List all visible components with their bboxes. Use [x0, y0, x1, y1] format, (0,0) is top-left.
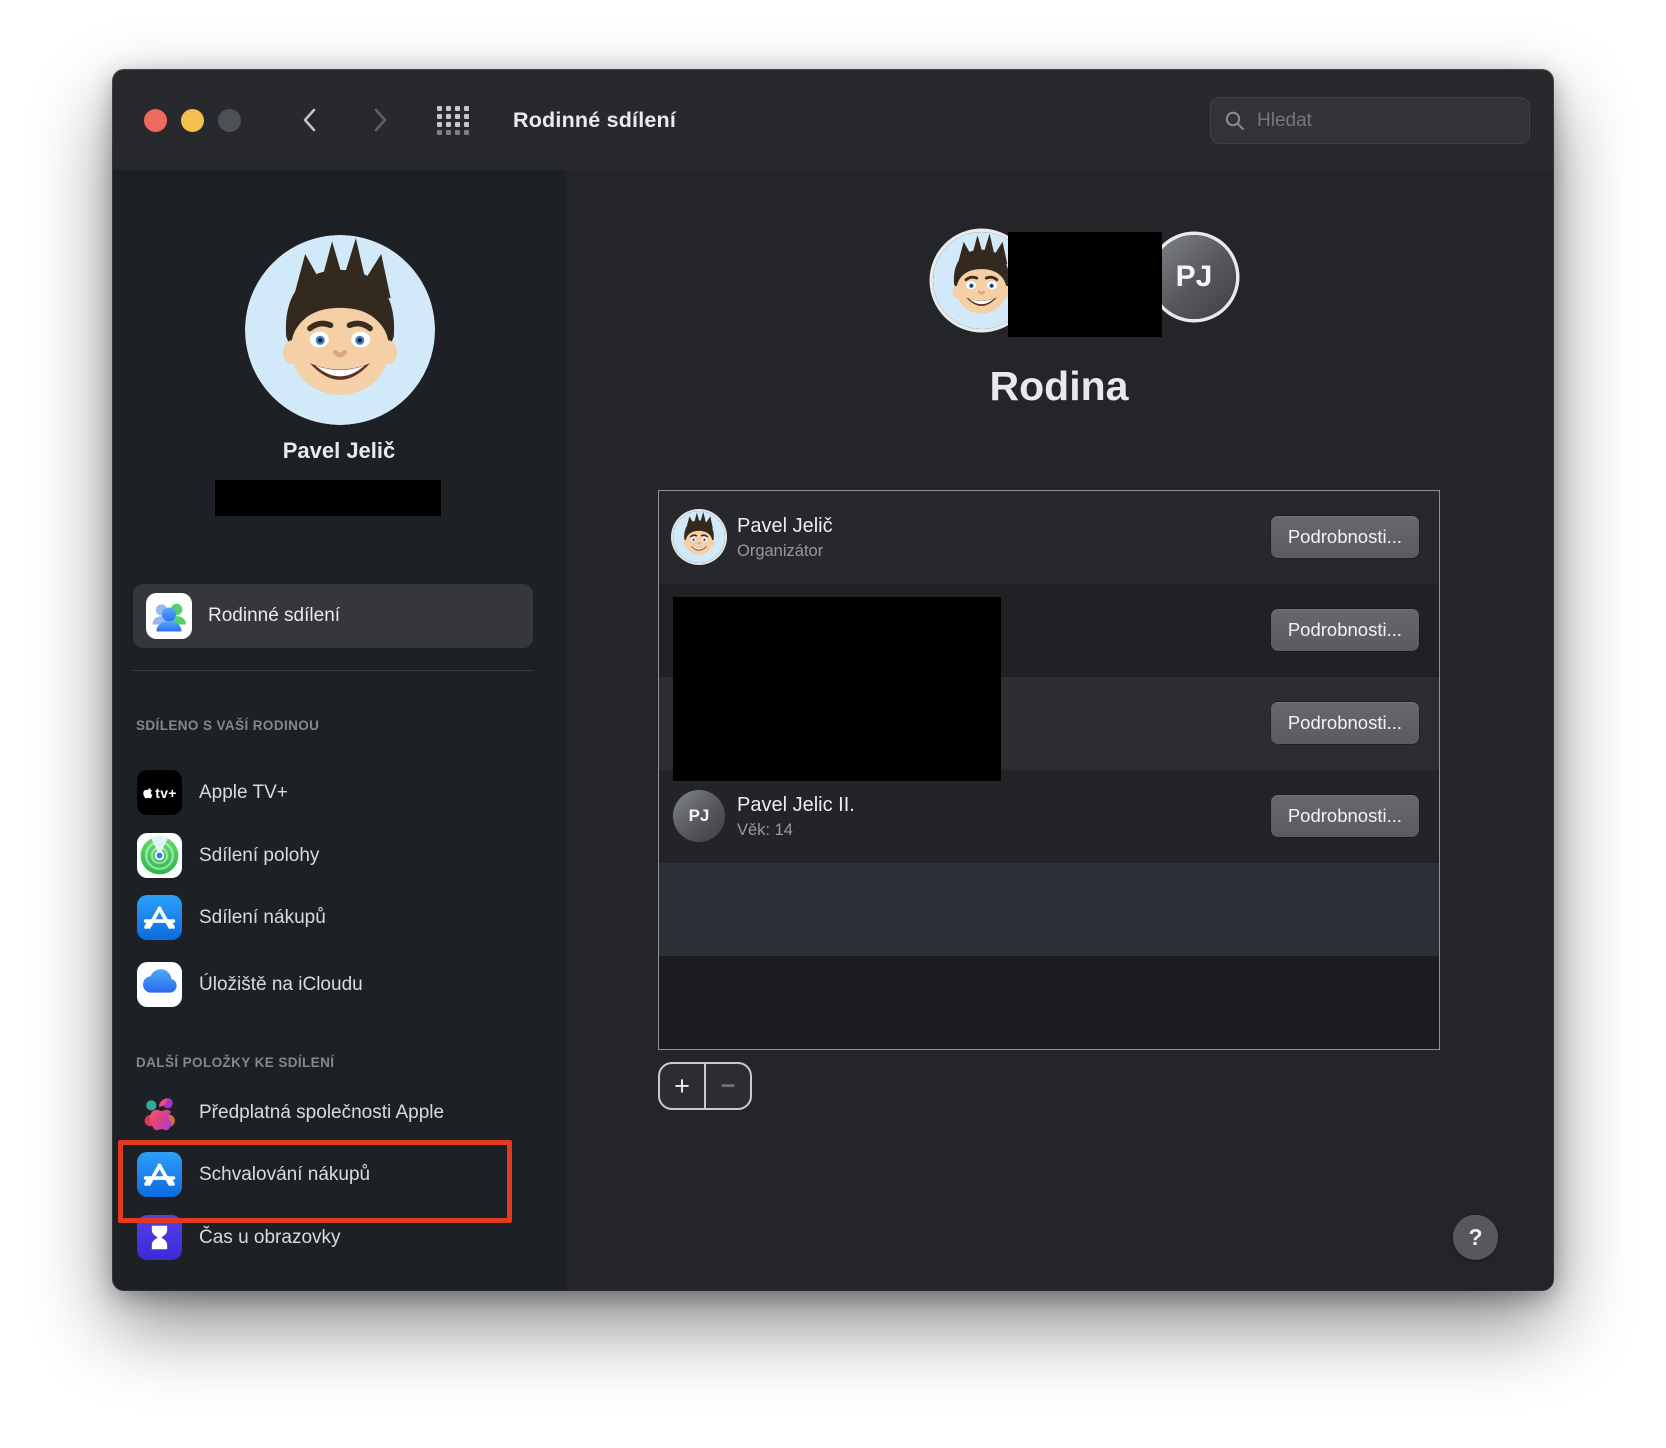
apple-tv-plus-icon: tv+ [137, 770, 182, 815]
family-members-table: Pavel Jelič Organizátor Podrobnosti... P… [658, 490, 1440, 1050]
row-background [659, 863, 1439, 956]
family-avatar-pj: PJ [1152, 235, 1236, 319]
user-avatar [245, 235, 435, 425]
redacted-family-avatars [1008, 232, 1162, 337]
sidebar-item-location-sharing[interactable]: Sdílení polohy [137, 833, 547, 878]
zoom-window-button[interactable] [218, 109, 241, 132]
chevron-right-icon [374, 108, 387, 132]
back-button[interactable] [291, 101, 329, 139]
sidebar-item-label: Rodinné sdílení [208, 605, 341, 626]
avatar-initials: PJ [1175, 260, 1213, 293]
find-my-icon [137, 833, 182, 878]
show-all-preferences-button[interactable] [433, 103, 473, 137]
search-input[interactable] [1255, 108, 1516, 133]
main-pane: PJ Rodina Pavel Jelič Organizátor Podrob… [565, 170, 1553, 1290]
icloud-icon [137, 962, 182, 1007]
minimize-window-button[interactable] [181, 109, 204, 132]
sidebar-divider [133, 670, 533, 671]
memoji-avatar-icon [245, 235, 435, 425]
chevron-left-icon [303, 108, 316, 132]
remove-member-button[interactable]: − [706, 1064, 750, 1108]
search-field[interactable] [1210, 97, 1530, 144]
table-row-organizer[interactable]: Pavel Jelič Organizátor Podrobnosti... [659, 491, 1439, 584]
user-name: Pavel Jelič [282, 438, 396, 463]
apple-one-icon [137, 1090, 182, 1135]
details-button[interactable]: Podrobnosti... [1270, 516, 1419, 558]
avatar-initials: PJ [688, 806, 710, 825]
redacted-member-rows [673, 597, 1001, 781]
sidebar-item-family-sharing[interactable]: Rodinné sdílení [133, 584, 533, 648]
member-avatar-initials: PJ [673, 790, 725, 842]
sidebar-item-apple-tv[interactable]: tv+ Apple TV+ [137, 770, 547, 815]
system-preferences-window: Rodinné sdílení Pavel Jelič [113, 70, 1553, 1290]
member-age: Věk: 14 [737, 820, 793, 839]
member-avatar-memoji [673, 511, 725, 563]
window-title: Rodinné sdílení [513, 107, 677, 132]
screenshot-canvas: Rodinné sdílení Pavel Jelič [0, 0, 1666, 1448]
page-title: Rodina [989, 363, 1129, 409]
help-button[interactable]: ? [1453, 1215, 1498, 1260]
red-annotation-rectangle [118, 1140, 512, 1223]
add-member-button[interactable]: + [660, 1064, 706, 1108]
sidebar: Pavel Jelič Rodinné sdílení SDÍLENO S VA… [113, 170, 566, 1290]
details-button[interactable]: Podrobnosti... [1270, 609, 1419, 651]
details-button[interactable]: Podrobnosti... [1270, 795, 1419, 837]
sidebar-item-apple-subscriptions[interactable]: Předplatná společnosti Apple [137, 1090, 547, 1135]
details-button[interactable]: Podrobnosti... [1270, 702, 1419, 744]
member-name: Pavel Jelič [737, 514, 833, 537]
sidebar-section-header: DALŠÍ POLOŽKY KE SDÍLENÍ [136, 1055, 335, 1070]
memoji-avatar-icon [673, 511, 725, 563]
title-bar: Rodinné sdílení [113, 70, 1553, 171]
sidebar-section-header: SDÍLENO S VAŠÍ RODINOU [136, 718, 320, 733]
row-background [659, 956, 1439, 1048]
add-remove-button-group: + − [658, 1062, 752, 1110]
apple-tv-badge-text: tv+ [155, 784, 177, 801]
family-sharing-icon [146, 593, 192, 639]
sidebar-item-icloud-storage[interactable]: Úložiště na iCloudu [137, 962, 547, 1007]
redacted-user-email [215, 480, 441, 516]
table-row-child[interactable]: PJ Pavel Jelic II. Věk: 14 Podrobnosti..… [659, 770, 1439, 863]
forward-button[interactable] [361, 101, 399, 139]
search-icon [1225, 111, 1244, 130]
member-role: Organizátor [737, 541, 824, 560]
member-name: Pavel Jelic II. [737, 793, 855, 816]
grid-icon [437, 106, 469, 135]
app-store-icon [137, 895, 182, 940]
sidebar-item-purchase-sharing[interactable]: Sdílení nákupů [137, 895, 547, 940]
close-window-button[interactable] [144, 109, 167, 132]
